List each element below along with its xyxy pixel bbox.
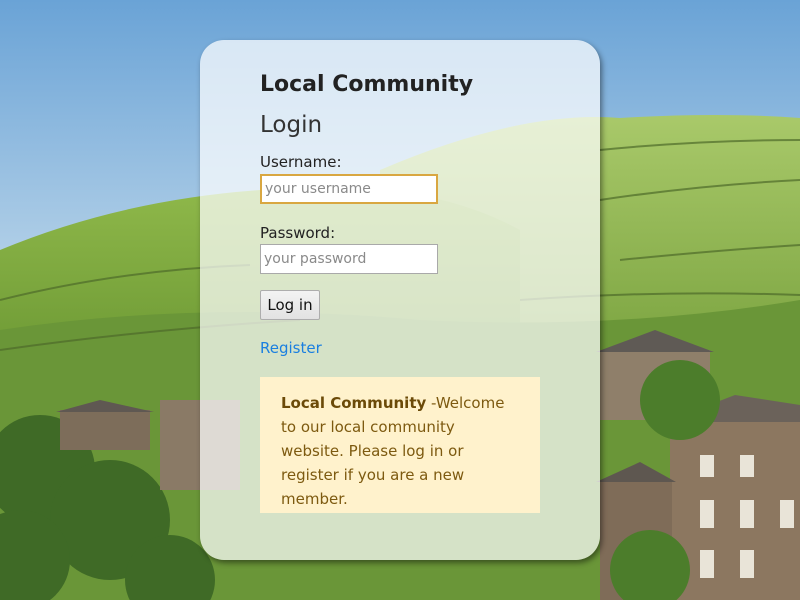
login-page: Local Community Login Username: Password… bbox=[0, 0, 800, 600]
password-input[interactable] bbox=[260, 244, 438, 274]
register-link[interactable]: Register bbox=[260, 339, 322, 357]
login-card: Local Community Login Username: Password… bbox=[200, 40, 600, 560]
login-button[interactable]: Log in bbox=[260, 290, 320, 320]
password-label: Password: bbox=[260, 224, 336, 242]
site-title: Local Community bbox=[260, 72, 474, 97]
username-input[interactable] bbox=[260, 174, 438, 204]
page-title: Login bbox=[260, 112, 323, 138]
welcome-message-title: Local Community bbox=[281, 394, 427, 412]
welcome-message-box: Local Community -Welcome to our local co… bbox=[260, 377, 540, 513]
username-label: Username: bbox=[260, 153, 342, 171]
